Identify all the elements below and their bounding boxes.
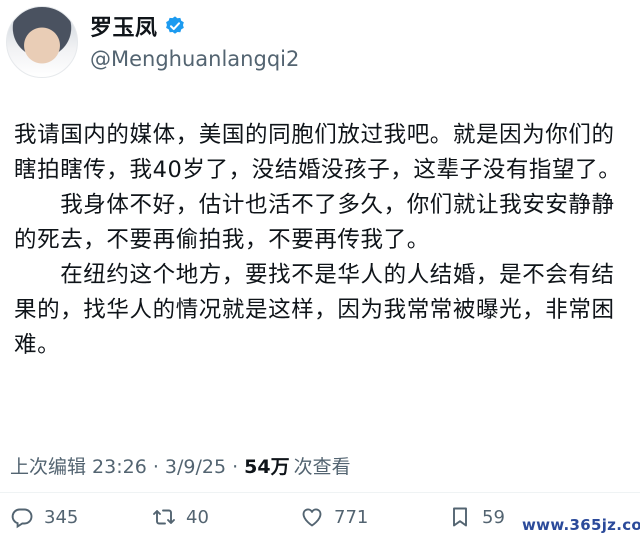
retweet-count: 40	[186, 506, 209, 528]
divider	[0, 492, 640, 493]
tweet-meta: 上次编辑 23:26 · 3/9/25 · 54万 次查看	[10, 452, 351, 479]
bookmark-count: 59	[482, 506, 505, 528]
like-button[interactable]: 771	[300, 505, 368, 529]
heart-icon	[302, 508, 322, 527]
like-count: 771	[334, 506, 369, 528]
bookmark-button[interactable]: 59	[448, 505, 505, 529]
reply-count: 345	[44, 506, 79, 528]
edited-timestamp[interactable]: 上次编辑 23:26 · 3/9/25 ·	[10, 452, 238, 479]
avatar[interactable]	[6, 6, 78, 78]
user-handle[interactable]: @Menghuanlangqi2	[90, 47, 299, 71]
tweet-paragraph: 在纽约这个地方，要找不是华人的人结婚，是不会有结果的，找华人的情况就是这样，因为…	[14, 262, 615, 358]
display-name[interactable]: 罗玉凤	[90, 10, 158, 42]
bookmark-icon	[453, 507, 467, 527]
reply-icon	[11, 508, 33, 529]
tweet-paragraph: 我身体不好，估计也活不了多久，你们就让我安安静静的死去，不要再偷拍我，不要再传我…	[14, 192, 615, 253]
watermark: www.365jz.com	[522, 516, 640, 534]
tweet-body: 我请国内的媒体，美国的同胞们放过我吧。就是因为你们的瞎拍瞎传，我40岁了，没结婚…	[14, 118, 628, 363]
views-label: 次查看	[293, 456, 351, 478]
retweet-button[interactable]: 40	[152, 505, 209, 529]
tweet-paragraph: 我请国内的媒体，美国的同胞们放过我吧。就是因为你们的瞎拍瞎传，我40岁了，没结婚…	[14, 122, 622, 183]
retweet-icon	[153, 509, 175, 525]
views-count: 54万	[244, 456, 290, 478]
author-name-row: 罗玉凤	[90, 10, 186, 42]
reply-button[interactable]: 345	[10, 505, 78, 529]
verified-badge-icon	[165, 16, 184, 34]
